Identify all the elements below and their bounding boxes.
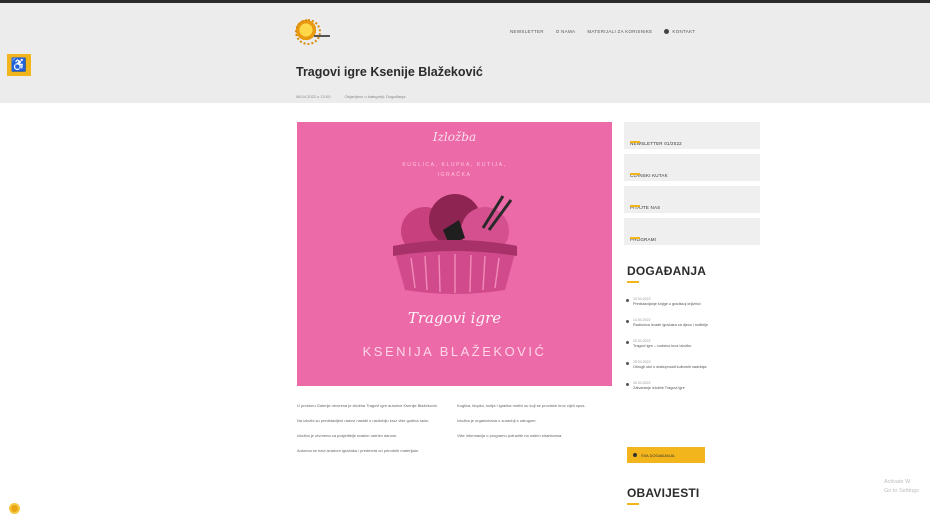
watermark-line-2: Go to Settings xyxy=(884,488,919,494)
wheelchair-icon: ♿ xyxy=(10,57,28,72)
all-events-button[interactable]: Sva događanja xyxy=(627,447,705,463)
article-paragraph: Autorica se bavi izradom igračaka i pred… xyxy=(297,448,419,453)
article-paragraph: Kuglica, klupko, kutija i igračka motivi… xyxy=(457,403,586,408)
article-paragraph: Izložba je organizirana u suradnji s udr… xyxy=(457,418,537,423)
article-paragraph: Više informacija o programu potražite na… xyxy=(457,433,563,438)
event-title: Radionica izrade igračaka za djecu i rod… xyxy=(633,323,709,327)
events-list: 10.04.2022 Predstavljanje knjige u grads… xyxy=(626,297,762,402)
hero-subtitle-2: IGRAČKA xyxy=(437,172,472,178)
page-title: Tragovi igre Ksenije Blažeković xyxy=(296,65,483,79)
event-title: Tragovi igre – vodstvo kroz izložbu xyxy=(633,344,692,348)
events-heading: DOGAĐANJA xyxy=(627,264,707,278)
yarn-basket-illustration xyxy=(393,194,517,294)
event-item[interactable]: 20.04.2022 Tragovi igre – vodstvo kroz i… xyxy=(626,339,762,349)
article-paragraph: Izložba je otvorena za posjetitelje svak… xyxy=(297,433,398,438)
chat-widget-button[interactable] xyxy=(9,503,20,514)
event-title: Okrugli stol o dostupnosti kulturnih sad… xyxy=(633,365,707,369)
article-paragraph: U prostoru Galerije otvorena je izložba … xyxy=(297,403,438,408)
nav-contact[interactable]: KONTAKT xyxy=(664,29,695,34)
hero-image: Izložba KUGLICA, KLUPKA, KUTIJA, IGRAČKA… xyxy=(297,122,612,386)
sidebar-link-label: PITAJTE NAS xyxy=(630,205,661,210)
nav-materials[interactable]: MATERIJALI ZA KORISNIKE xyxy=(587,29,652,34)
accessibility-button[interactable]: ♿ xyxy=(7,54,31,76)
article-column-left: U prostoru Galerije otvorena je izložba … xyxy=(297,402,449,462)
post-date: 08.04.2022 u 12:00 xyxy=(296,94,331,99)
article-paragraph: Na izložbi su predstavljeni radovi nasta… xyxy=(297,418,429,423)
hero-subtitle-1: KUGLICA, KLUPKA, KUTIJA, xyxy=(402,162,507,168)
sidebar-link-label: NEWSLETTER 01/2022 xyxy=(630,141,682,146)
windows-activation-watermark: Activate W Go to Settings xyxy=(884,478,919,496)
sidebar-link-label: ČLANSKI KUTAK xyxy=(630,173,668,178)
article-column-right: Kuglica, klupko, kutija i igračka motivi… xyxy=(457,402,609,447)
site-logo[interactable] xyxy=(293,17,321,45)
calendar-icon xyxy=(633,453,637,457)
hero-author-name: KSENIJA BLAŽEKOVIĆ xyxy=(362,344,547,359)
hero-script-text: Izložba xyxy=(432,130,477,144)
sidebar-link-newsletter[interactable]: NEWSLETTER 01/2022 xyxy=(624,122,760,149)
watermark-line-1: Activate W xyxy=(884,479,911,485)
event-item[interactable]: 25.04.2022 Okrugli stol o dostupnosti ku… xyxy=(626,360,762,370)
main-nav: NEWSLETTER O NAMA MATERIJALI ZA KORISNIK… xyxy=(510,29,695,34)
nav-newsletter[interactable]: NEWSLETTER xyxy=(510,29,544,34)
events-heading-underline xyxy=(627,281,639,283)
nav-about[interactable]: O NAMA xyxy=(556,29,576,34)
logo-mark xyxy=(314,35,330,37)
event-item[interactable]: 14.04.2022 Radionica izrade igračaka za … xyxy=(626,318,762,328)
notices-heading-underline xyxy=(627,503,639,505)
contact-icon xyxy=(664,29,670,34)
post-category[interactable]: Objavljeno u kategoriji: Događanja xyxy=(344,94,405,99)
hero-title: Tragovi igre xyxy=(407,309,502,327)
page-header: ♿ NEWSLETTER O NAMA MATERIJALI ZA KORISN… xyxy=(0,3,930,103)
event-item[interactable]: 30.04.2022 Zatvaranje izložbe Tragovi ig… xyxy=(626,381,762,391)
nav-contact-label: KONTAKT xyxy=(672,29,696,34)
post-meta: 08.04.2022 u 12:00 Objavljeno u kategori… xyxy=(296,94,405,99)
event-title: Zatvaranje izložbe Tragovi igre xyxy=(633,386,685,390)
sidebar-links: NEWSLETTER 01/2022 ČLANSKI KUTAK PITAJTE… xyxy=(624,122,760,250)
sidebar-link-ask[interactable]: PITAJTE NAS xyxy=(624,186,760,213)
sidebar-link-label: PROGRAMI xyxy=(630,237,657,242)
notices-heading: OBAVIJESTI xyxy=(627,486,700,500)
sidebar-link-members[interactable]: ČLANSKI KUTAK xyxy=(624,154,760,181)
all-events-label: Sva događanja xyxy=(641,452,675,458)
sidebar-link-programs[interactable]: PROGRAMI xyxy=(624,218,760,245)
event-item[interactable]: 10.04.2022 Predstavljanje knjige u grads… xyxy=(626,297,762,307)
event-title: Predstavljanje knjige u gradskoj knjižni… xyxy=(633,302,701,306)
